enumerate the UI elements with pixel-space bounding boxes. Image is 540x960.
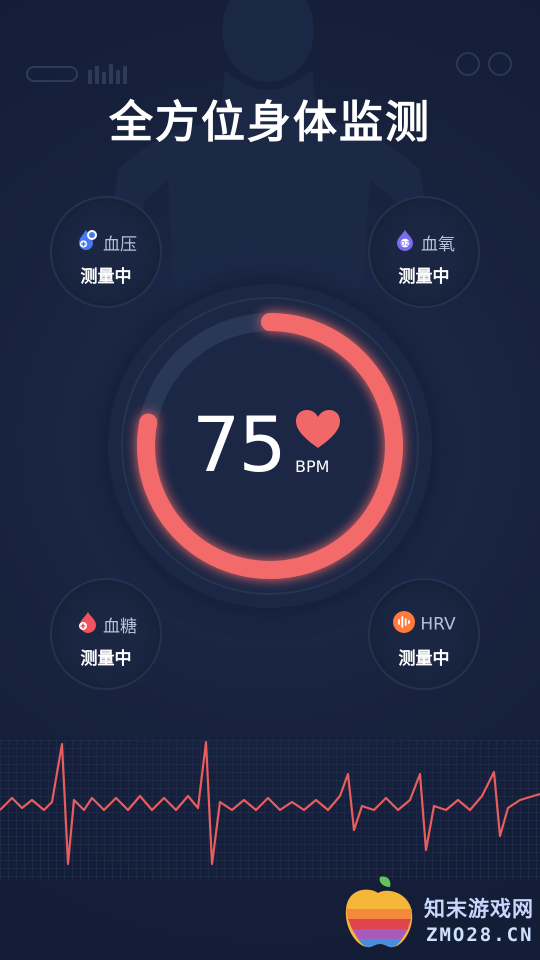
decor-dot (488, 52, 512, 76)
decor-dot (456, 52, 480, 76)
signal-bars-icon (88, 64, 127, 84)
watermark-en: ZMO28.CN (426, 924, 534, 946)
blood-sugar-icon (75, 610, 99, 639)
svg-text:O2: O2 (400, 240, 409, 248)
hrv-icon (392, 610, 416, 639)
blood-oxygen-icon: O2 (393, 228, 417, 257)
blood-sugar-header: 血糖 (52, 610, 160, 639)
blood-oxygen-header: O2 血氧 (370, 228, 478, 257)
blood-sugar-status: 测量中 (80, 649, 132, 669)
watermark-cn: 知末游戏网 (424, 897, 534, 921)
heart-rate-value: 75 (192, 400, 287, 489)
hrv-label: HRV (420, 614, 456, 635)
blood-oxygen-label: 血氧 (421, 235, 455, 255)
blood-pressure-header: 血压 (52, 228, 160, 257)
hrv-status: 测量中 (398, 649, 450, 669)
apple-logo-icon (345, 876, 413, 948)
heart-icon (296, 410, 340, 448)
page-title: 全方位身体监测 (109, 97, 431, 148)
hrv-header: HRV (370, 610, 478, 639)
status-pill (26, 66, 78, 82)
blood-sugar-label: 血糖 (103, 617, 137, 637)
heart-rate-unit: BPM (295, 457, 330, 476)
blood-pressure-label: 血压 (103, 235, 137, 255)
blood-pressure-icon (75, 228, 99, 257)
ecg-waveform (0, 740, 540, 866)
